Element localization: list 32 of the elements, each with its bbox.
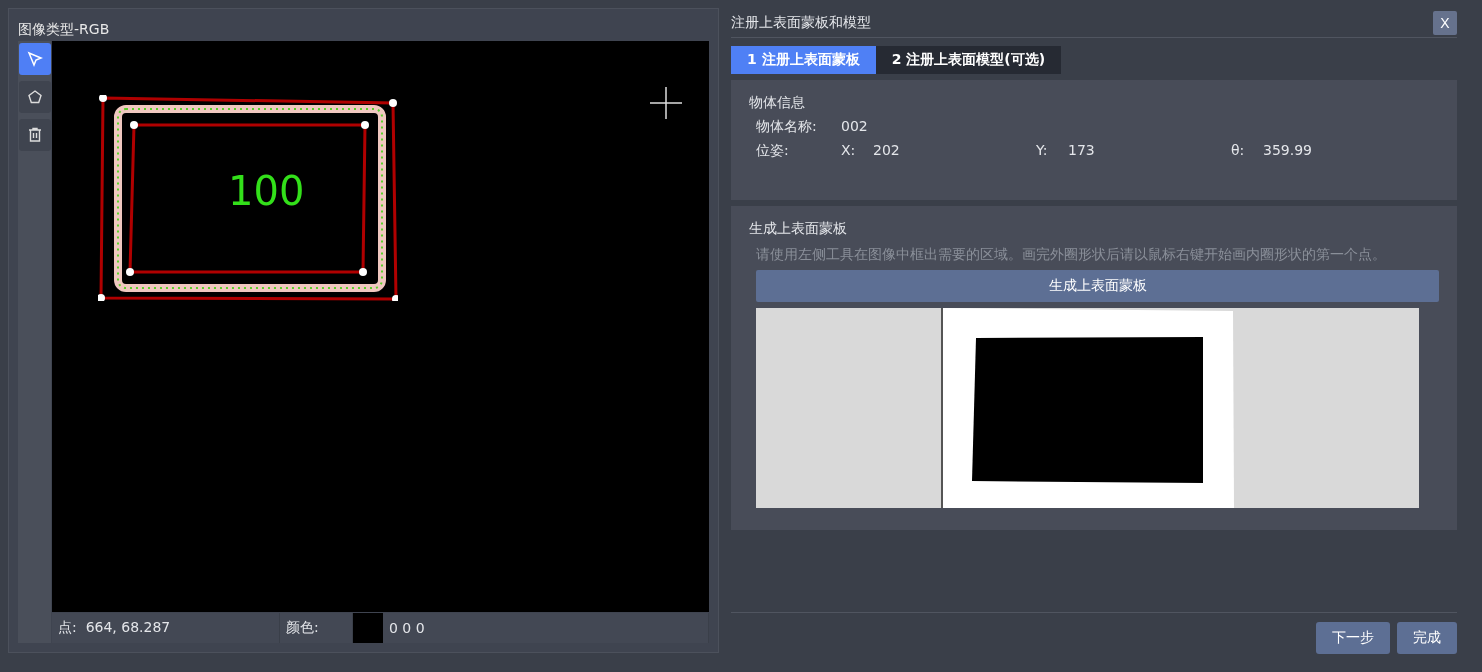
field-label: θ:	[1231, 142, 1246, 160]
field-label: X:	[841, 142, 857, 160]
polygon-tool[interactable]	[18, 81, 51, 113]
field-value: 359.99	[1263, 142, 1313, 160]
close-button[interactable]: X	[1433, 10, 1457, 35]
color-value: 0 0 0	[383, 613, 709, 643]
image-canvas[interactable]: 100	[52, 41, 709, 612]
point-readout: 点: 664, 68.287	[52, 613, 280, 643]
field-value: 002	[841, 118, 868, 136]
instruction-text: 请使用左侧工具在图像中框出需要的区域。画完外圈形状后请以鼠标右键开始画内圈形状的第一个点。	[755, 245, 1387, 264]
field-value: 173	[1068, 142, 1096, 160]
delete-tool[interactable]	[18, 119, 51, 151]
step-tab[interactable]: 2 注册上表面模型(可选)	[875, 46, 1062, 74]
section-heading: 物体信息	[749, 94, 806, 112]
field-value: 202	[873, 142, 901, 160]
panel-title: 图像类型-RGB	[18, 20, 111, 39]
pentagon-icon	[26, 89, 43, 105]
finish-button[interactable]: 完成	[1397, 622, 1457, 654]
select-tool[interactable]	[18, 43, 51, 75]
dialog-title: 注册上表面蒙板和模型	[731, 13, 871, 32]
field-label: 位姿:	[756, 142, 790, 160]
field-label: Y:	[1036, 142, 1049, 160]
pointer-icon	[26, 51, 43, 67]
section-heading: 生成上表面蒙板	[749, 220, 848, 238]
canvas-label: 100	[228, 169, 305, 213]
next-step-button[interactable]: 下一步	[1316, 622, 1390, 654]
trash-icon	[26, 127, 43, 143]
color-label: 颜色:	[280, 613, 353, 643]
generate-mask-button[interactable]: 生成上表面蒙板	[756, 270, 1439, 302]
crosshair-icon	[650, 87, 682, 119]
field-label: 物体名称:	[756, 118, 818, 136]
step-tab[interactable]: 1 注册上表面蒙板	[731, 46, 876, 74]
